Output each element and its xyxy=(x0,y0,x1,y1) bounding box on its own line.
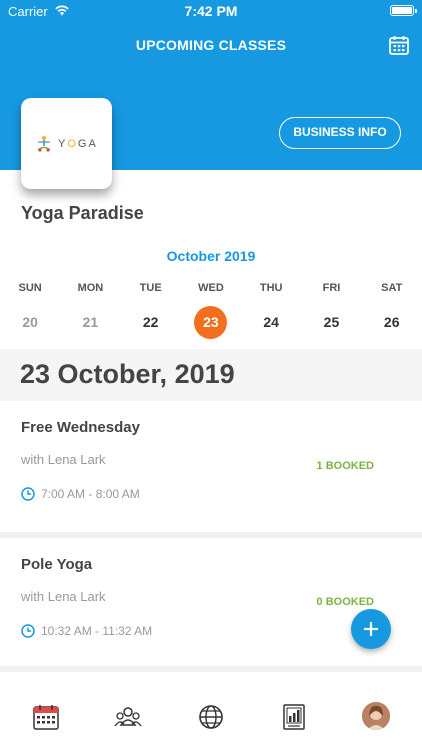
add-class-button[interactable] xyxy=(351,609,391,649)
booked-count: 0 BOOKED xyxy=(316,596,374,608)
status-bar: Carrier 7:42 PM xyxy=(0,0,422,22)
tab-report-icon[interactable] xyxy=(280,703,308,731)
tab-globe-icon[interactable] xyxy=(197,703,225,731)
class-time-row: 10:32 AM - 11:32 AM xyxy=(21,624,152,638)
clock-icon xyxy=(21,487,35,501)
class-teacher: with Lena Lark xyxy=(21,452,106,467)
yoga-figure-icon xyxy=(37,136,51,152)
calendar-icon[interactable] xyxy=(389,35,409,55)
weekday-label: MON xyxy=(77,282,104,294)
avatar-image xyxy=(362,702,390,730)
clock-icon xyxy=(21,624,35,638)
status-time: 7:42 PM xyxy=(184,3,238,19)
weekday-label: THU xyxy=(259,282,283,294)
weekday-label: SUN xyxy=(18,282,42,294)
business-logo: YOGA xyxy=(21,98,112,189)
month-label: October 2019 xyxy=(166,248,256,264)
plus-icon xyxy=(364,622,378,636)
class-name: Pole Yoga xyxy=(21,556,93,573)
business-name: Yoga Paradise xyxy=(21,203,144,223)
selected-date-banner: 23 October, 2019 xyxy=(0,349,422,401)
day-23-selected[interactable]: 23 xyxy=(181,306,241,339)
weekday-label: FRI xyxy=(322,282,341,294)
profile-avatar[interactable] xyxy=(362,702,390,730)
weekday-label: WED xyxy=(198,282,224,294)
class-time-row: 7:00 AM - 8:00 AM xyxy=(21,487,140,501)
tab-bar xyxy=(0,690,422,750)
class-time: 7:00 AM - 8:00 AM xyxy=(41,487,140,501)
selected-date: 23 October, 2019 xyxy=(20,359,235,389)
tab-calendar-icon[interactable] xyxy=(32,703,60,731)
page-title: UPCOMING CLASSES xyxy=(135,37,287,53)
weekday-label: TUE xyxy=(139,282,162,294)
day-20[interactable]: 20 xyxy=(0,306,60,339)
day-21[interactable]: 21 xyxy=(60,306,120,339)
battery-icon xyxy=(390,5,417,16)
booked-count: 1 BOOKED xyxy=(316,460,374,472)
day-22[interactable]: 22 xyxy=(121,306,181,339)
weekday-header-row: SUN MON TUE WED THU FRI SAT xyxy=(0,282,422,294)
class-card[interactable]: Pole Yoga with Lena Lark 10:32 AM - 11:3… xyxy=(0,538,422,666)
day-25[interactable]: 25 xyxy=(301,306,361,339)
class-teacher: with Lena Lark xyxy=(21,589,106,604)
business-info-button[interactable]: BUSINESS INFO xyxy=(279,117,401,149)
tab-group-icon[interactable] xyxy=(114,703,142,731)
class-time: 10:32 AM - 11:32 AM xyxy=(41,624,153,638)
day-number-row: 20 21 22 23 24 25 26 xyxy=(0,306,422,339)
logo-text: YOGA xyxy=(58,138,98,150)
card-separator xyxy=(0,666,422,672)
weekday-label: SAT xyxy=(381,282,403,294)
day-24[interactable]: 24 xyxy=(241,306,301,339)
class-name: Free Wednesday xyxy=(21,419,140,436)
day-26[interactable]: 26 xyxy=(362,306,422,339)
class-card[interactable]: Free Wednesday with Lena Lark 7:00 AM - … xyxy=(0,401,422,532)
